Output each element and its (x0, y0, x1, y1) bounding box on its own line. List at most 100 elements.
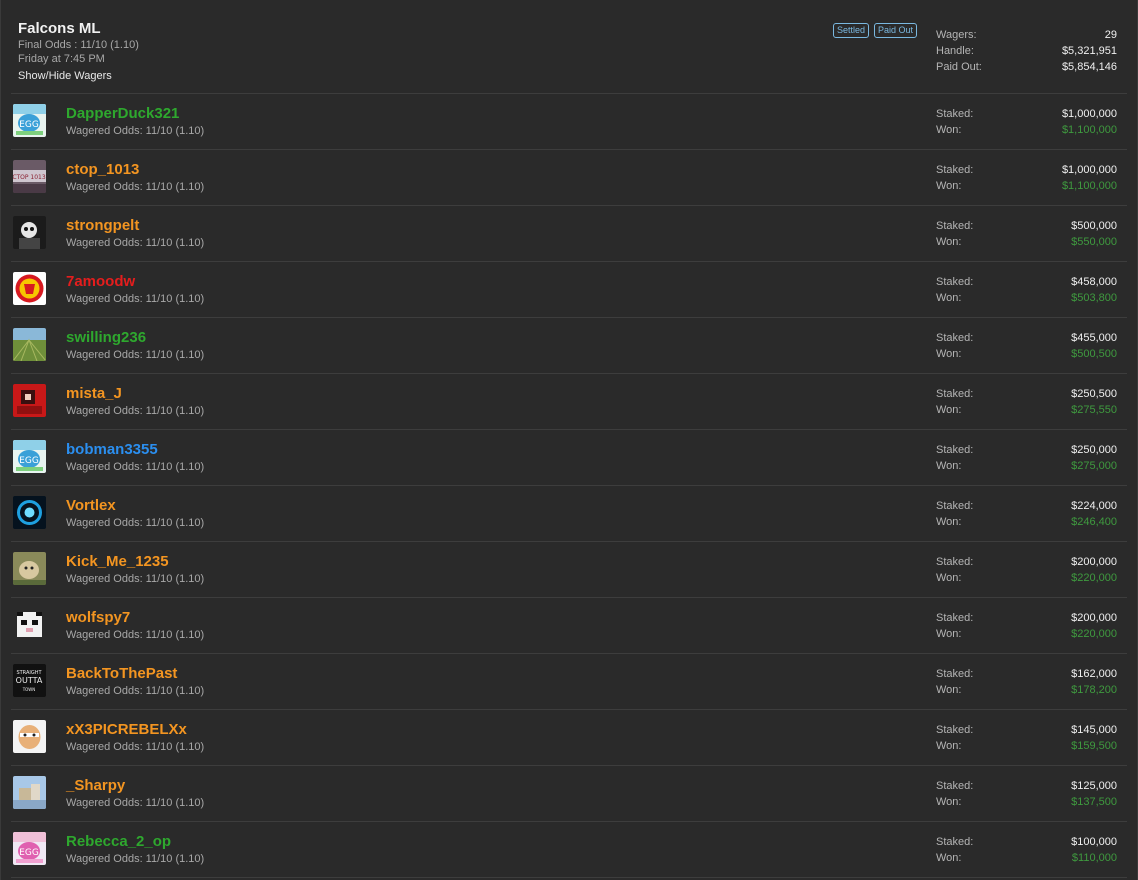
staked-value: $500,000 (1071, 220, 1117, 232)
wager-row: EGG bobman3355 Wagered Odds: 11/10 (1.10… (11, 430, 1127, 486)
show-hide-wagers-link[interactable]: Show/Hide Wagers (18, 70, 112, 82)
username-link[interactable]: DapperDuck321 (66, 105, 179, 122)
paid-out-value: $5,854,146 (1061, 61, 1117, 73)
staked-value: $458,000 (1071, 276, 1117, 288)
username-link[interactable]: 7amoodw (66, 273, 135, 290)
wager-row: CTOP 1013 ctop_1013 Wagered Odds: 11/10 … (11, 150, 1127, 206)
user-avatar[interactable] (13, 272, 46, 305)
user-avatar[interactable]: CTOP 1013 (13, 160, 46, 193)
wagered-odds: Wagered Odds: 11/10 (1.10) (66, 125, 205, 137)
won-label: Won: (936, 236, 962, 248)
staked-label: Staked: (936, 164, 974, 176)
wager-amounts: Staked: $162,000 Won: $178,200 (936, 667, 1117, 699)
won-value: $246,400 (1071, 516, 1117, 528)
wager-amounts: Staked: $458,000 Won: $503,800 (936, 275, 1117, 307)
won-value: $178,200 (1071, 684, 1117, 696)
won-value: $503,800 (1071, 292, 1117, 304)
username-link[interactable]: wolfspy7 (66, 609, 130, 626)
won-label: Won: (936, 684, 962, 696)
staked-value: $125,000 (1071, 780, 1117, 792)
settled-badge: Settled (833, 23, 870, 38)
staked-label: Staked: (936, 668, 974, 680)
user-avatar[interactable] (13, 552, 46, 585)
wagered-odds: Wagered Odds: 11/10 (1.10) (66, 573, 205, 585)
staked-label: Staked: (936, 836, 974, 848)
won-value: $220,000 (1071, 628, 1117, 640)
username-link[interactable]: swilling236 (66, 329, 146, 346)
username-link[interactable]: _Sharpy (66, 777, 125, 794)
user-avatar[interactable]: EGG (13, 832, 46, 865)
staked-value: $162,000 (1071, 668, 1117, 680)
won-label: Won: (936, 180, 962, 192)
user-avatar[interactable] (13, 720, 46, 753)
username-link[interactable]: strongpelt (66, 217, 139, 234)
bet-header: Falcons ML Final Odds : 11/10 (1.10) Fri… (11, 0, 1127, 94)
wager-row: swilling236 Wagered Odds: 11/10 (1.10) S… (11, 318, 1127, 374)
user-avatar[interactable] (13, 776, 46, 809)
bet-time: Friday at 7:45 PM (18, 53, 105, 65)
staked-label: Staked: (936, 612, 974, 624)
user-avatar[interactable] (13, 216, 46, 249)
wager-amounts: Staked: $455,000 Won: $500,500 (936, 331, 1117, 363)
won-value: $1,100,000 (1061, 124, 1117, 136)
wagered-odds: Wagered Odds: 11/10 (1.10) (66, 237, 205, 249)
user-avatar[interactable]: STRAIGHT OUTTA TOWN (13, 664, 46, 697)
svg-text:CTOP 1013: CTOP 1013 (13, 174, 46, 181)
won-label: Won: (936, 516, 962, 528)
wagered-odds: Wagered Odds: 11/10 (1.10) (66, 181, 205, 193)
username-link[interactable]: Vortlex (66, 497, 116, 514)
won-value: $550,000 (1071, 236, 1117, 248)
staked-label: Staked: (936, 556, 974, 568)
paid-out-label: Paid Out: (936, 61, 982, 73)
username-link[interactable]: mista_J (66, 385, 122, 402)
username-link[interactable]: xX3PICREBELXx (66, 721, 187, 738)
wager-amounts: Staked: $200,000 Won: $220,000 (936, 611, 1117, 643)
won-label: Won: (936, 796, 962, 808)
username-link[interactable]: ctop_1013 (66, 161, 139, 178)
user-avatar[interactable] (13, 608, 46, 641)
staked-label: Staked: (936, 332, 974, 344)
staked-label: Staked: (936, 780, 974, 792)
username-link[interactable]: BackToThePast (66, 665, 177, 682)
handle-value: $5,321,951 (1061, 45, 1117, 57)
user-avatar[interactable]: EGG (13, 440, 46, 473)
wager-row: xX3PICREBELXx Wagered Odds: 11/10 (1.10)… (11, 710, 1127, 766)
username-link[interactable]: bobman3355 (66, 441, 158, 458)
staked-label: Staked: (936, 444, 974, 456)
won-label: Won: (936, 628, 962, 640)
wagered-odds: Wagered Odds: 11/10 (1.10) (66, 797, 205, 809)
staked-label: Staked: (936, 724, 974, 736)
wager-list: EGG DapperDuck321 Wagered Odds: 11/10 (1… (11, 94, 1127, 878)
user-avatar[interactable] (13, 328, 46, 361)
user-avatar[interactable] (13, 384, 46, 417)
wager-amounts: Staked: $125,000 Won: $137,500 (936, 779, 1117, 811)
won-label: Won: (936, 124, 962, 136)
staked-value: $200,000 (1071, 556, 1117, 568)
staked-label: Staked: (936, 388, 974, 400)
wager-amounts: Staked: $1,000,000 Won: $1,100,000 (936, 107, 1117, 139)
staked-value: $224,000 (1071, 500, 1117, 512)
paid-out-badge: Paid Out (874, 23, 918, 38)
wager-amounts: Staked: $250,500 Won: $275,550 (936, 387, 1117, 419)
wager-row: EGG DapperDuck321 Wagered Odds: 11/10 (1… (11, 94, 1127, 150)
svg-text:OUTTA: OUTTA (16, 676, 43, 685)
user-avatar[interactable] (13, 496, 46, 529)
user-avatar[interactable]: EGG (13, 104, 46, 137)
wagered-odds: Wagered Odds: 11/10 (1.10) (66, 685, 205, 697)
won-value: $1,100,000 (1061, 180, 1117, 192)
staked-label: Staked: (936, 500, 974, 512)
wagers-count: 29 (1104, 29, 1117, 41)
wagers-label: Wagers: (936, 29, 977, 41)
status-badges: Settled Paid Out (833, 23, 918, 38)
wager-amounts: Staked: $250,000 Won: $275,000 (936, 443, 1117, 475)
won-label: Won: (936, 740, 962, 752)
staked-value: $200,000 (1071, 612, 1117, 624)
username-link[interactable]: Kick_Me_1235 (66, 553, 169, 570)
won-label: Won: (936, 572, 962, 584)
wagered-odds: Wagered Odds: 11/10 (1.10) (66, 349, 205, 361)
staked-value: $250,000 (1071, 444, 1117, 456)
svg-text:TOWN: TOWN (22, 687, 36, 692)
wagered-odds: Wagered Odds: 11/10 (1.10) (66, 293, 205, 305)
username-link[interactable]: Rebecca_2_op (66, 833, 171, 850)
won-value: $159,500 (1071, 740, 1117, 752)
